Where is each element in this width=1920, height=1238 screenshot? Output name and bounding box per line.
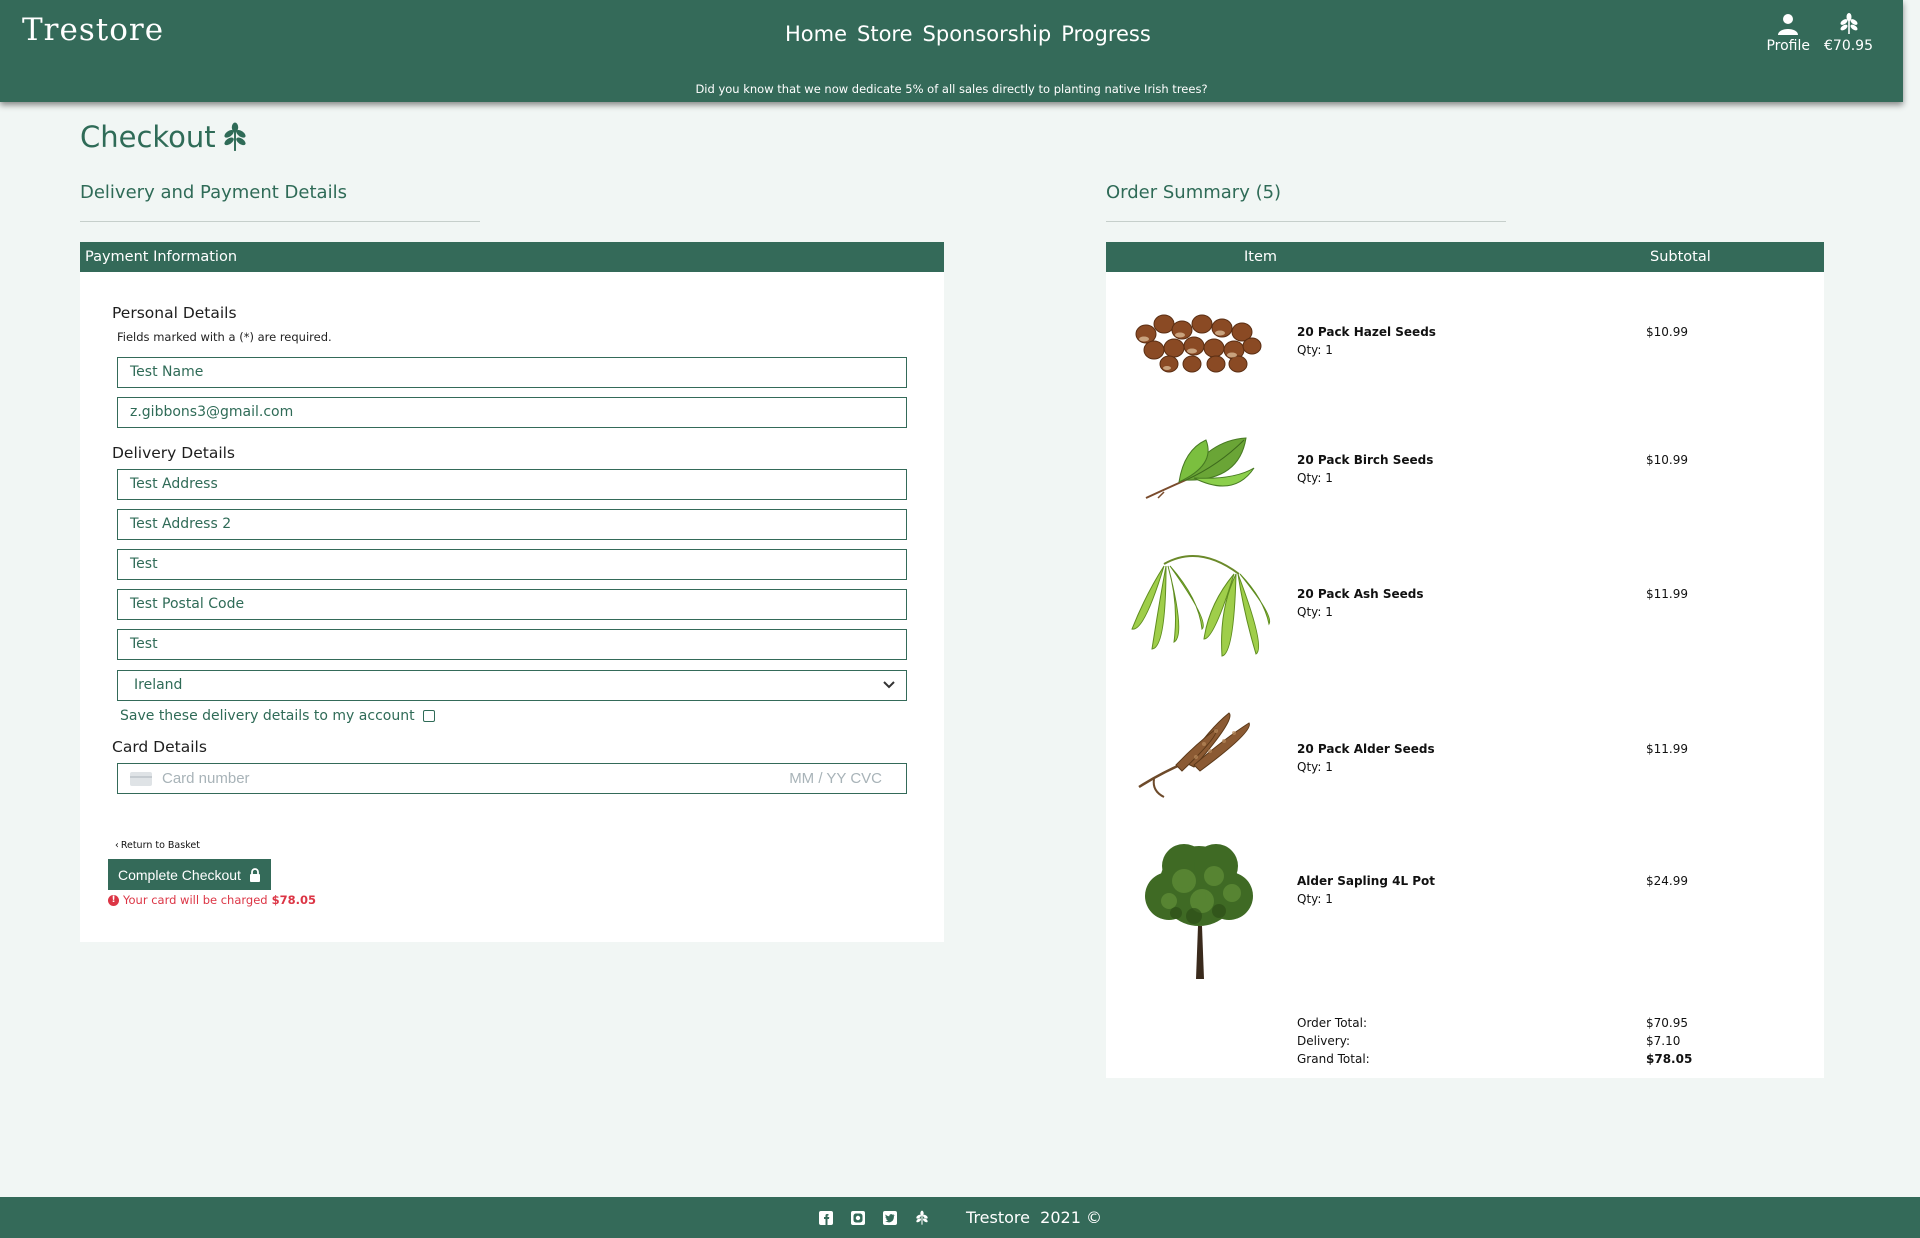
info-banner: Did you know that we now dedicate 5% of … <box>695 82 1208 96</box>
card-details-heading: Card Details <box>112 738 207 756</box>
tree-image <box>1124 831 1274 985</box>
summary-table-header: Item Subtotal <box>1106 242 1824 272</box>
grand-total-value: $78.05 <box>1646 1052 1693 1066</box>
col-item-header: Item <box>1244 249 1278 265</box>
item-name: 20 Pack Alder Seeds <box>1297 742 1435 756</box>
ash-keys-image <box>1124 544 1274 678</box>
postcode-field[interactable]: Test Postal Code <box>117 589 907 620</box>
required-note: Fields marked with a (*) are required. <box>117 330 332 344</box>
nav-sponsorship[interactable]: Sponsorship <box>923 22 1052 46</box>
card-expiry-cvc-placeholder: MM / YY CVC <box>789 769 882 787</box>
main-nav: Home Store Sponsorship Progress <box>785 22 1151 46</box>
delivery-label: Delivery: <box>1297 1034 1350 1048</box>
personal-details-heading: Personal Details <box>112 304 237 322</box>
town-field[interactable]: Test <box>117 549 907 580</box>
save-info-label: Save these delivery details to my accoun… <box>120 708 415 724</box>
user-icon <box>1778 14 1799 35</box>
save-info-checkbox[interactable] <box>422 710 435 722</box>
profile-label: Profile <box>1766 38 1810 54</box>
card-number-placeholder: Card number <box>162 769 250 787</box>
chevron-down-icon <box>882 677 896 691</box>
complete-checkout-label: Complete Checkout <box>118 866 241 883</box>
item-qty: Qty: 1 <box>1297 343 1333 357</box>
page-title: Checkout <box>80 120 248 154</box>
charge-text: Your card will be charged <box>123 893 268 907</box>
right-divider <box>1106 221 1506 222</box>
delivery-details-heading: Delivery Details <box>112 444 236 462</box>
complete-checkout-button[interactable]: Complete Checkout <box>108 859 271 890</box>
item-name: 20 Pack Hazel Seeds <box>1297 325 1436 339</box>
order-summary-heading: Order Summary (5) <box>1106 182 1282 203</box>
county-field[interactable]: Test <box>117 629 907 660</box>
item-qty: Qty: 1 <box>1297 760 1333 774</box>
order-total-value: $70.95 <box>1646 1016 1688 1030</box>
hazelnuts-image <box>1124 282 1274 386</box>
alder-catkins-image <box>1124 699 1274 803</box>
instagram-icon[interactable] <box>850 1210 866 1226</box>
leaf-icon <box>224 122 246 151</box>
site-footer: Trestore 2021 © <box>0 1197 1920 1238</box>
country-select[interactable]: Ireland <box>117 670 907 701</box>
full-name-field[interactable]: Test Name <box>117 357 907 388</box>
item-name: Alder Sapling 4L Pot <box>1297 874 1436 888</box>
payment-form: Payment Information Personal Details Fie… <box>80 242 944 942</box>
twitter-icon[interactable] <box>882 1210 898 1226</box>
basket-link[interactable]: €70.95 <box>1824 12 1873 54</box>
site-header: Trestore Home Store Sponsorship Progress… <box>0 0 1903 102</box>
profile-link[interactable]: Profile <box>1766 12 1810 54</box>
item-price: $24.99 <box>1646 874 1688 888</box>
nav-progress[interactable]: Progress <box>1061 22 1151 46</box>
site-logo[interactable]: Trestore <box>22 12 164 48</box>
leaf-icon <box>914 1210 930 1226</box>
item-price: $11.99 <box>1646 742 1688 756</box>
card-element[interactable]: Card number MM / YY CVC <box>117 763 907 794</box>
street-address-2-field[interactable]: Test Address 2 <box>117 509 907 540</box>
item-name: 20 Pack Birch Seeds <box>1297 453 1434 467</box>
order-total-label: Order Total: <box>1297 1016 1367 1030</box>
col-subtotal-header: Subtotal <box>1650 249 1711 265</box>
credit-card-icon <box>130 771 152 786</box>
payment-card-header: Payment Information <box>80 242 944 272</box>
item-price: $10.99 <box>1646 453 1688 467</box>
left-divider <box>80 221 480 222</box>
delivery-value: $7.10 <box>1646 1034 1681 1048</box>
lock-icon <box>249 867 260 882</box>
header-actions: Profile €70.95 <box>1766 12 1873 54</box>
exclamation-circle-icon: ! <box>108 894 119 906</box>
delivery-payment-heading: Delivery and Payment Details <box>80 182 347 203</box>
chevron-left-icon: ‹ <box>115 840 119 851</box>
return-to-basket-label: Return to Basket <box>120 840 200 851</box>
item-price: $11.99 <box>1646 587 1688 601</box>
item-name: 20 Pack Ash Seeds <box>1297 587 1424 601</box>
item-price: $10.99 <box>1646 325 1688 339</box>
nav-store[interactable]: Store <box>857 22 913 46</box>
item-qty: Qty: 1 <box>1297 471 1333 485</box>
order-summary: Item Subtotal 20 Pack Hazel Seeds Qty: 1… <box>1106 242 1824 1078</box>
grand-total-label: Grand Total: <box>1297 1052 1370 1066</box>
charge-warning: ! Your card will be charged $78.05 <box>108 893 316 907</box>
item-qty: Qty: 1 <box>1297 605 1333 619</box>
country-value: Ireland <box>134 677 183 693</box>
email-field[interactable]: z.gibbons3@gmail.com <box>117 397 907 428</box>
page-title-text: Checkout <box>80 120 216 154</box>
leaf-icon <box>1839 13 1858 34</box>
item-qty: Qty: 1 <box>1297 892 1333 906</box>
return-to-basket-link[interactable]: ‹ Return to Basket <box>115 840 200 851</box>
charge-amount: $78.05 <box>271 893 316 907</box>
street-address-1-field[interactable]: Test Address <box>117 469 907 500</box>
save-info-row: Save these delivery details to my accoun… <box>120 708 435 724</box>
nav-home[interactable]: Home <box>785 22 847 46</box>
footer-copyright: Trestore 2021 © <box>966 1208 1102 1227</box>
facebook-icon[interactable] <box>818 1210 834 1226</box>
basket-total: €70.95 <box>1824 38 1873 54</box>
birch-leaves-image <box>1124 410 1274 524</box>
